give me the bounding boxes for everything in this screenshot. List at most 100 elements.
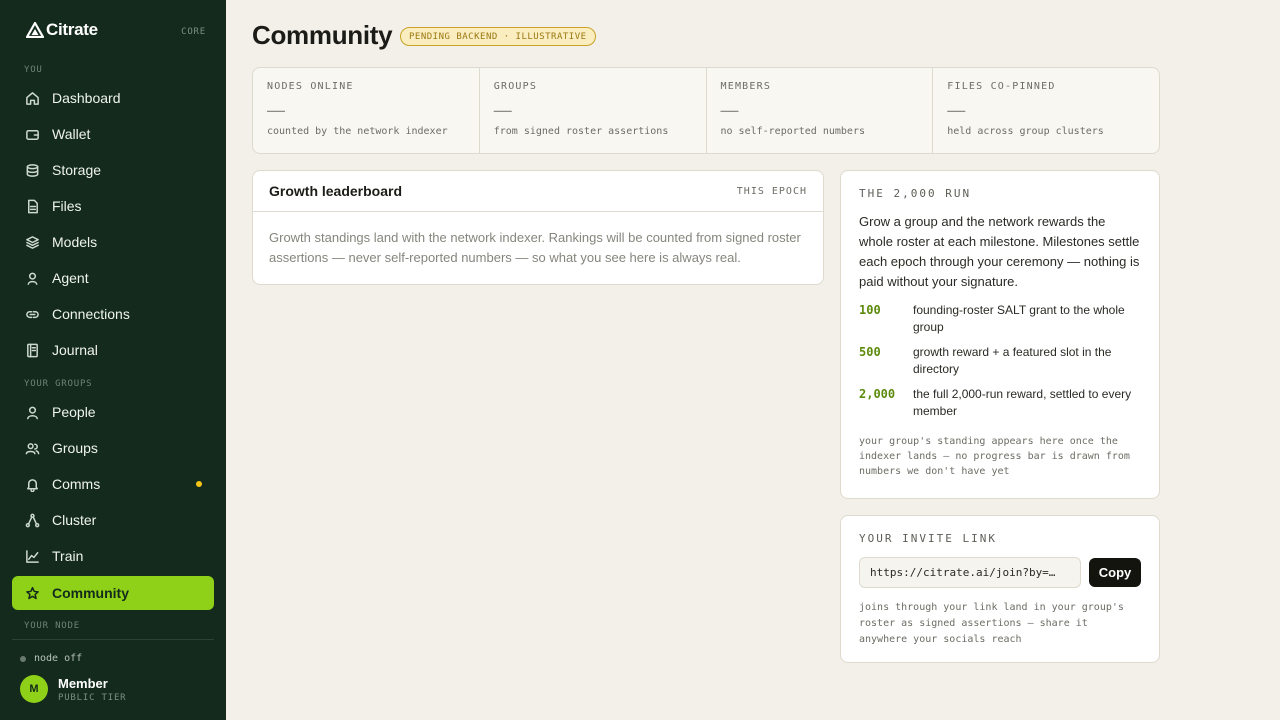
- invite-link-field[interactable]: [859, 557, 1081, 588]
- sidebar-item-files[interactable]: Files: [12, 189, 214, 223]
- stat-value: —: [267, 100, 285, 120]
- sidebar-item-journal[interactable]: Journal: [12, 333, 214, 367]
- sidebar-item-wallet[interactable]: Wallet: [12, 117, 214, 151]
- milestone-item: 2,000 the full 2,000-run reward, settled…: [859, 386, 1141, 420]
- stats-bar: NODES ONLINE — counted by the network in…: [252, 67, 1160, 154]
- sidebar-item-label: Storage: [52, 162, 102, 178]
- citrate-logo-icon: [26, 22, 44, 38]
- milestone-number: 500: [859, 345, 881, 359]
- stat-groups: GROUPS — from signed roster assertions: [480, 68, 707, 153]
- milestone-text: growth reward + a featured slot in the d…: [913, 345, 1112, 376]
- brand-logo[interactable]: Citrate: [26, 20, 98, 40]
- database-icon: [24, 162, 40, 178]
- sidebar-divider: [12, 639, 214, 640]
- sidebar-item-label: Community: [52, 585, 129, 601]
- users-icon: [24, 440, 40, 456]
- user-tier: PUBLIC TIER: [58, 692, 127, 703]
- link-icon: [24, 306, 40, 322]
- stat-label: GROUPS: [493, 81, 538, 92]
- sidebar-item-label: Files: [52, 198, 82, 214]
- leaderboard-empty-message: Growth standings land with the network i…: [269, 230, 801, 265]
- sidebar-item-cluster[interactable]: Cluster: [12, 503, 214, 537]
- stat-value: —: [493, 100, 512, 120]
- stat-files-co-pinned: FILES CO-PINNED — held across group clus…: [933, 68, 1159, 153]
- sidebar-item-label: People: [52, 404, 96, 420]
- node-status[interactable]: node off: [20, 653, 82, 664]
- milestone-text: founding-roster SALT grant to the whole …: [913, 303, 1125, 334]
- stat-caption: from signed roster assertions: [493, 126, 669, 137]
- avatar: M: [20, 675, 48, 703]
- sidebar-item-storage[interactable]: Storage: [12, 153, 214, 187]
- stat-nodes-online: NODES ONLINE — counted by the network in…: [253, 68, 480, 153]
- bell-icon: [24, 476, 40, 492]
- sidebar: Citrate CORE YOU Dashboard Wallet Storag…: [0, 0, 226, 720]
- sidebar-item-label: Dashboard: [52, 90, 121, 106]
- stat-value: —: [720, 100, 739, 120]
- milestone-list: 100 founding-roster SALT grant to the wh…: [859, 302, 1141, 420]
- brand-name: Citrate: [46, 20, 98, 39]
- sidebar-item-label: Wallet: [52, 126, 91, 142]
- sidebar-item-label: Agent: [52, 270, 89, 286]
- sidebar-item-label: Journal: [52, 342, 98, 358]
- run-card: THE 2,000 RUN Grow a group and the netwo…: [840, 170, 1160, 499]
- sidebar-item-comms[interactable]: Comms: [12, 467, 214, 501]
- layers-icon: [24, 234, 40, 250]
- leaderboard-period: THIS EPOCH: [736, 185, 807, 197]
- sidebar-item-label: Comms: [52, 476, 101, 492]
- stat-value: —: [947, 100, 966, 120]
- sidebar-item-label: Groups: [52, 440, 98, 456]
- stat-members: MEMBERS — no self-reported numbers: [707, 68, 934, 153]
- section-label-node: YOUR NODE: [24, 621, 80, 631]
- status-badge: PENDING BACKEND · ILLUSTRATIVE: [400, 27, 596, 46]
- copy-button[interactable]: Copy: [1089, 558, 1141, 587]
- run-title: THE 2,000 RUN: [859, 187, 972, 200]
- milestone-number: 100: [859, 303, 881, 317]
- sidebar-item-agent[interactable]: Agent: [12, 261, 214, 295]
- invite-title: YOUR INVITE LINK: [859, 532, 997, 545]
- stat-caption: no self-reported numbers: [720, 126, 866, 137]
- node-status-label: node off: [34, 653, 83, 664]
- node-status-dot: [20, 655, 26, 662]
- sidebar-item-groups[interactable]: Groups: [12, 431, 214, 465]
- sidebar-item-connections[interactable]: Connections: [12, 297, 214, 331]
- run-description: Grow a group and the network rewards the…: [859, 214, 1140, 289]
- stat-label: MEMBERS: [720, 81, 772, 92]
- leaderboard-title: Growth leaderboard: [269, 183, 403, 199]
- file-icon: [24, 198, 40, 214]
- sidebar-item-community[interactable]: Community: [12, 576, 214, 610]
- leaderboard-header: Growth leaderboard THIS EPOCH: [253, 171, 823, 212]
- sidebar-item-label: Cluster: [52, 512, 97, 528]
- invite-card: YOUR INVITE LINK Copy joins through your…: [840, 515, 1160, 663]
- stat-caption: counted by the network indexer: [267, 126, 448, 137]
- invite-note: joins through your link land in your gro…: [859, 602, 1124, 645]
- stat-label: FILES CO-PINNED: [947, 81, 1056, 92]
- section-label-groups: YOUR GROUPS: [24, 379, 93, 389]
- wallet-icon: [24, 126, 40, 142]
- invite-row: Copy: [859, 557, 1141, 588]
- sidebar-item-label: Train: [52, 548, 84, 564]
- sidebar-item-people[interactable]: People: [12, 395, 214, 429]
- sidebar-item-label: Connections: [52, 306, 130, 322]
- page-title: Community: [252, 20, 393, 50]
- person-icon: [24, 404, 40, 420]
- home-icon: [24, 90, 40, 106]
- nodes-icon: [24, 512, 40, 528]
- user-profile[interactable]: M Member PUBLIC TIER: [20, 675, 126, 703]
- sidebar-item-dashboard[interactable]: Dashboard: [12, 81, 214, 115]
- user-name: Member: [58, 675, 108, 691]
- book-icon: [24, 342, 40, 358]
- chart-icon: [24, 548, 40, 564]
- edition-label: CORE: [181, 27, 206, 37]
- sidebar-item-train[interactable]: Train: [12, 539, 214, 573]
- milestone-number: 2,000: [859, 387, 896, 401]
- milestone-item: 100 founding-roster SALT grant to the wh…: [859, 302, 1141, 336]
- sidebar-item-models[interactable]: Models: [12, 225, 214, 259]
- stat-caption: held across group clusters: [947, 126, 1104, 137]
- sidebar-item-label: Models: [52, 234, 98, 250]
- milestone-text: the full 2,000-run reward, settled to ev…: [913, 387, 1132, 418]
- notification-dot: [196, 481, 202, 487]
- stat-label: NODES ONLINE: [267, 81, 354, 92]
- milestone-item: 500 growth reward + a featured slot in t…: [859, 344, 1141, 378]
- user-icon: [24, 270, 40, 286]
- run-note: your group's standing appears here once …: [859, 436, 1130, 477]
